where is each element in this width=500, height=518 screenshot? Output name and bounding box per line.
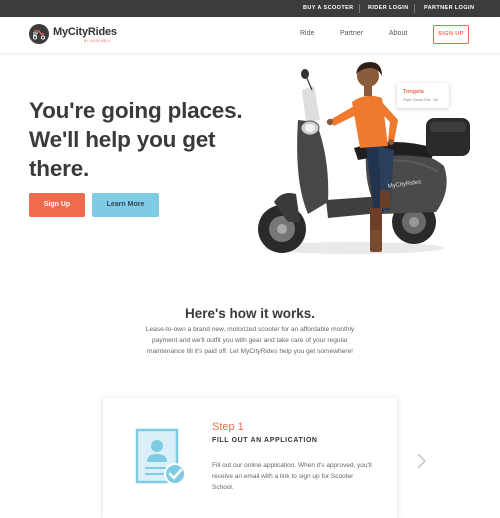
step-description: Fill out our online application. When it… — [212, 462, 372, 491]
step-title: FILL OUT AN APPLICATION — [212, 437, 318, 444]
nav-partner[interactable]: Partner — [340, 30, 363, 37]
nav-about[interactable]: About — [389, 30, 407, 37]
divider — [359, 4, 360, 13]
headline-line: You're going places. — [29, 98, 243, 123]
headline-line: there. — [29, 156, 90, 181]
utility-bar: BUY A SCOOTER RIDER LOGIN PARTNER LOGIN — [0, 0, 500, 17]
brand-name: MyCityRides — [53, 26, 117, 38]
rider-tag: Tongela Flyer Since Oct. '18 — [397, 83, 449, 108]
scooter-logo-icon — [29, 24, 49, 44]
main-navigation: MyCityRides BY ASSEMBLY Ride Partner Abo… — [0, 17, 500, 53]
how-it-works-text: Lease-to-own a brand new, motorized scoo… — [145, 326, 355, 355]
chevron-right-icon[interactable] — [414, 452, 428, 470]
buy-scooter-link[interactable]: BUY A SCOOTER — [303, 5, 354, 11]
signup-nav-button[interactable]: SIGN UP — [433, 25, 469, 44]
signup-button[interactable]: Sign Up — [29, 193, 85, 217]
partner-login-link[interactable]: PARTNER LOGIN — [424, 5, 474, 11]
divider — [414, 4, 415, 13]
rider-since: Flyer Since Oct. '18 — [403, 97, 438, 102]
hero-headline: You're going places. We'll help you get … — [29, 96, 269, 183]
rider-login-link[interactable]: RIDER LOGIN — [368, 5, 408, 11]
document-check-icon — [135, 428, 186, 485]
learn-more-button[interactable]: Learn More — [92, 193, 159, 217]
headline-line: We'll help you get — [29, 127, 216, 152]
nav-ride[interactable]: Ride — [300, 30, 314, 37]
rider-name: Tongela — [403, 89, 424, 95]
how-it-works-title: Here's how it works. — [185, 306, 315, 321]
brand-subtitle: BY ASSEMBLY — [84, 39, 112, 43]
step-number: Step 1 — [212, 421, 244, 433]
